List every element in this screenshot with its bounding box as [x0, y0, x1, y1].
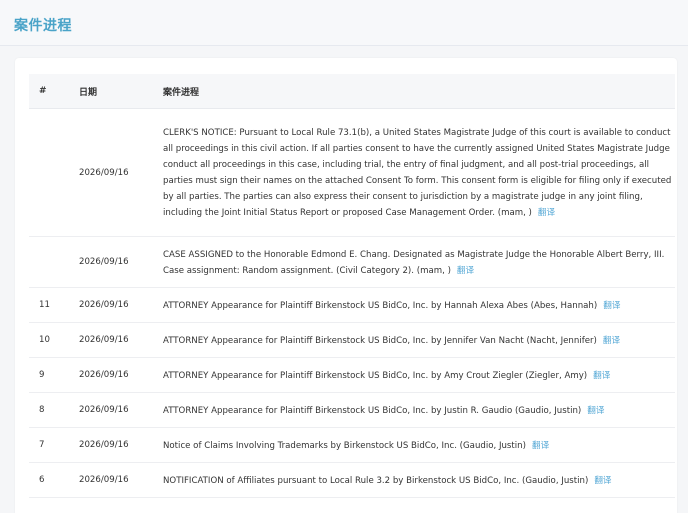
column-header-number: #: [29, 74, 79, 109]
row-number: 9: [29, 357, 79, 393]
row-number: [29, 108, 79, 237]
table-row: 2026/09/16 CLERK'S NOTICE: Pursuant to L…: [29, 108, 675, 237]
row-proceeding: ATTORNEY Appearance for Plaintiff Birken…: [151, 322, 675, 358]
header-row: # 日期 案件进程: [29, 74, 675, 109]
proceedings-card: # 日期 案件进程 2026/09/16 CLERK'S NOTICE: Pur…: [15, 58, 677, 513]
row-number: 7: [29, 427, 79, 463]
row-proceeding-text: ATTORNEY Appearance for Plaintiff Birken…: [163, 335, 597, 346]
translate-link[interactable]: 翻译: [603, 301, 620, 311]
table-row: 8 2026/09/16 ATTORNEY Appearance for Pla…: [29, 392, 675, 428]
translate-link[interactable]: 翻译: [538, 208, 555, 218]
row-proceeding-text: ATTORNEY Appearance for Plaintiff Birken…: [163, 300, 598, 311]
table-row: 10 2026/09/16 ATTORNEY Appearance for Pl…: [29, 322, 675, 358]
row-proceeding: NOTIFICATION of Affiliates pursuant to L…: [151, 462, 675, 498]
row-date: 2026/09/16: [79, 236, 151, 288]
column-header-date: 日期: [79, 74, 151, 109]
translate-link[interactable]: 翻译: [603, 336, 620, 346]
row-number: 8: [29, 392, 79, 428]
translate-link[interactable]: 翻译: [532, 441, 549, 451]
row-proceeding: ATTORNEY Appearance for Plaintiff Birken…: [151, 392, 675, 428]
row-proceeding-text: Notice of Claims Involving Trademarks by…: [163, 440, 526, 451]
row-proceeding-text: ATTORNEY Appearance for Plaintiff Birken…: [163, 405, 582, 416]
table-row: 11 2026/09/16 ATTORNEY Appearance for Pl…: [29, 287, 675, 323]
table-row: 9 2026/09/16 ATTORNEY Appearance for Pla…: [29, 357, 675, 393]
row-proceeding-text: NOTIFICATION of Affiliates pursuant to L…: [163, 475, 589, 486]
section-title: 案件进程: [14, 18, 72, 34]
docket-table-body: 2026/09/16 CLERK'S NOTICE: Pursuant to L…: [29, 108, 675, 498]
row-proceeding-text: CASE ASSIGNED to the Honorable Edmond E.…: [163, 249, 665, 276]
row-date: 2026/09/16: [79, 357, 151, 393]
translate-link[interactable]: 翻译: [593, 371, 610, 381]
translate-link[interactable]: 翻译: [457, 266, 474, 276]
docket-table-header: # 日期 案件进程: [29, 74, 675, 109]
row-number: 11: [29, 287, 79, 323]
row-proceeding: Notice of Claims Involving Trademarks by…: [151, 427, 675, 463]
translate-link[interactable]: 翻译: [587, 406, 604, 416]
page: 案件进程 # 日期 案件进程 2026/09/16 CLERK'S NOTICE…: [0, 0, 688, 513]
row-proceeding: CASE ASSIGNED to the Honorable Edmond E.…: [151, 236, 675, 288]
row-proceeding: ATTORNEY Appearance for Plaintiff Birken…: [151, 357, 675, 393]
row-date: 2026/09/16: [79, 462, 151, 498]
translate-link[interactable]: 翻译: [594, 476, 611, 486]
section-header: 案件进程: [0, 0, 688, 46]
row-number: 10: [29, 322, 79, 358]
row-date: 2026/09/16: [79, 427, 151, 463]
row-date: 2026/09/16: [79, 322, 151, 358]
row-number: [29, 236, 79, 288]
row-proceeding: ATTORNEY Appearance for Plaintiff Birken…: [151, 287, 675, 323]
table-row: 6 2026/09/16 NOTIFICATION of Affiliates …: [29, 462, 675, 498]
row-date: 2026/09/16: [79, 287, 151, 323]
column-header-proceedings: 案件进程: [151, 74, 675, 109]
row-number: 6: [29, 462, 79, 498]
table-row: 2026/09/16 CASE ASSIGNED to the Honorabl…: [29, 236, 675, 288]
table-row: 7 2026/09/16 Notice of Claims Involving …: [29, 427, 675, 463]
row-date: 2026/09/16: [79, 108, 151, 237]
row-proceeding-text: ATTORNEY Appearance for Plaintiff Birken…: [163, 370, 588, 381]
row-proceeding: CLERK'S NOTICE: Pursuant to Local Rule 7…: [151, 108, 675, 237]
row-date: 2026/09/16: [79, 392, 151, 428]
docket-table: # 日期 案件进程 2026/09/16 CLERK'S NOTICE: Pur…: [29, 74, 675, 498]
row-proceeding-text: CLERK'S NOTICE: Pursuant to Local Rule 7…: [163, 128, 672, 218]
